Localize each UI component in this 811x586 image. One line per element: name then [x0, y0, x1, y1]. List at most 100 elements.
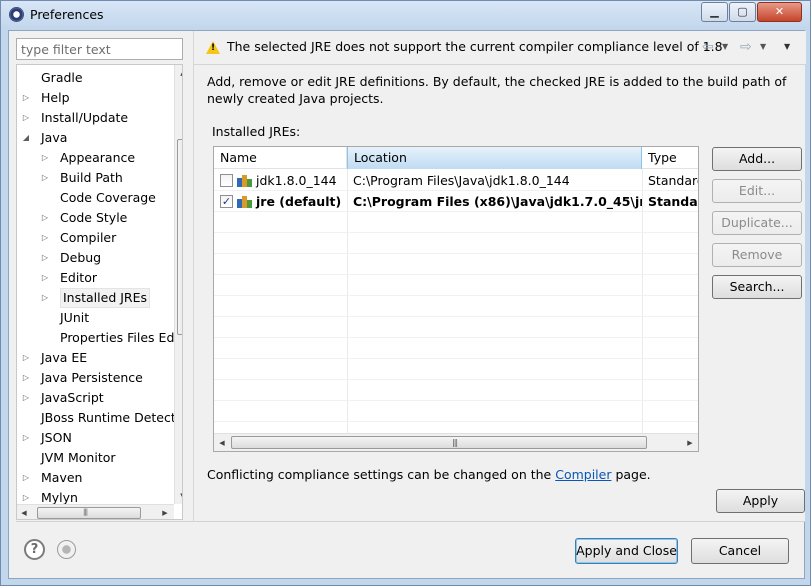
tree-item[interactable]: ▷ Compiler — [17, 228, 174, 248]
scroll-down-arrow-icon[interactable]: ▼ — [175, 488, 182, 504]
filter-input[interactable] — [16, 38, 183, 60]
add-button[interactable]: Add... — [712, 147, 802, 171]
jre-table: Name Location Type jdk1.8.0_144 C:\Progra… — [213, 146, 699, 452]
tree-item-label: Debug — [60, 250, 102, 265]
scroll-left-arrow-icon[interactable]: ◀ — [214, 434, 230, 451]
row-gridline — [214, 379, 698, 380]
conflict-text: Conflicting compliance settings can be c… — [207, 467, 556, 482]
minimize-button[interactable]: ▁ — [701, 2, 728, 22]
page-description: Add, remove or edit JRE definitions. By … — [207, 74, 787, 106]
tree-item[interactable]: Properties Files Ed — [17, 328, 174, 348]
tree-item[interactable]: JVM Monitor — [17, 448, 174, 468]
tree-hscroll-thumb[interactable]: ||| — [37, 507, 141, 519]
jre-location-cell: C:\Program Files\Java\jdk1.8.0_144 — [353, 173, 570, 188]
tree-item-label: JVM Monitor — [41, 450, 116, 465]
tree-item-label: Appearance — [60, 150, 136, 165]
tree-item[interactable]: ▷ Maven — [17, 468, 174, 488]
tree-item[interactable]: ▷ Debug — [17, 248, 174, 268]
record-icon[interactable] — [57, 540, 76, 559]
tree-item-label: Java EE — [41, 350, 88, 365]
close-button[interactable]: ✕ — [757, 2, 802, 22]
help-icon[interactable]: ? — [24, 539, 45, 560]
jre-name-cell: jdk1.8.0_144 — [256, 173, 337, 188]
tree-item-label: Maven — [41, 470, 83, 485]
column-header-location[interactable]: Location — [347, 147, 642, 169]
apply-and-close-button[interactable]: Apply and Close — [575, 538, 678, 564]
collapsed-arrow-icon[interactable]: ▷ — [21, 348, 31, 368]
tree-item-label: Compiler — [60, 230, 117, 245]
expanded-arrow-icon[interactable]: ◢ — [21, 128, 31, 148]
jre-checkbox[interactable] — [220, 174, 233, 187]
tree-item[interactable]: Gradle — [17, 68, 174, 88]
tree-scroll-thumb[interactable] — [177, 139, 182, 335]
duplicate-button[interactable]: Duplicate... — [712, 211, 802, 235]
collapsed-arrow-icon[interactable]: ▷ — [40, 148, 50, 168]
collapsed-arrow-icon[interactable]: ▷ — [21, 428, 31, 448]
jre-type-cell: Standard VM — [648, 173, 698, 188]
collapsed-arrow-icon[interactable]: ▷ — [40, 288, 50, 308]
tree-item[interactable]: JBoss Runtime Detect — [17, 408, 176, 428]
collapsed-arrow-icon[interactable]: ▷ — [40, 268, 50, 288]
collapsed-arrow-icon[interactable]: ▷ — [21, 88, 31, 108]
forward-arrow-icon[interactable]: ⇨ — [740, 39, 752, 55]
maximize-button[interactable]: ▢ — [729, 2, 756, 22]
collapsed-arrow-icon[interactable]: ▷ — [21, 108, 31, 128]
collapsed-arrow-icon[interactable]: ▷ — [21, 368, 31, 388]
search-button[interactable]: Search... — [712, 275, 802, 299]
edit-button[interactable]: Edit... — [712, 179, 802, 203]
tree-item[interactable]: ▷ Code Style — [17, 208, 174, 228]
tree-item[interactable]: ▷ JavaScript — [17, 388, 174, 408]
collapsed-arrow-icon[interactable]: ▷ — [40, 248, 50, 268]
table-row[interactable]: ✓ jre (default) C:\Program Files (x86)\Jav… — [214, 191, 698, 212]
row-gridline — [214, 400, 698, 401]
tree-item[interactable]: ▷ Appearance — [17, 148, 174, 168]
tree-item[interactable]: ▷ Help — [17, 88, 174, 108]
tree-item[interactable]: ▷ Java EE — [17, 348, 174, 368]
collapsed-arrow-icon[interactable]: ▷ — [40, 168, 50, 188]
compiler-link[interactable]: Compiler — [555, 467, 611, 482]
back-dropdown-icon[interactable]: ▼ — [722, 42, 728, 51]
tree-item-label: Installed JREs — [60, 288, 151, 308]
back-arrow-icon[interactable]: ⇦ — [702, 39, 714, 55]
tree-item[interactable]: ▷ Installed JREs — [17, 288, 174, 308]
title-bar[interactable]: Preferences ▁ ▢ ✕ — [1, 1, 810, 29]
collapsed-arrow-icon[interactable]: ▷ — [40, 208, 50, 228]
apply-button[interactable]: Apply — [716, 489, 805, 513]
tree-item-label: JUnit — [60, 310, 90, 325]
tree-item-label: Help — [41, 90, 70, 105]
scroll-left-arrow-icon[interactable]: ◀ — [17, 505, 31, 519]
scroll-right-arrow-icon[interactable]: ▶ — [682, 434, 698, 451]
jre-library-icon — [237, 196, 254, 208]
cancel-button[interactable]: Cancel — [691, 538, 789, 564]
scroll-up-arrow-icon[interactable]: ▲ — [175, 65, 182, 81]
row-gridline — [214, 316, 698, 317]
forward-dropdown-icon[interactable]: ▼ — [760, 42, 766, 51]
table-hscroll-thumb[interactable]: ||| — [231, 436, 647, 449]
collapsed-arrow-icon[interactable]: ▷ — [21, 468, 31, 488]
tree-item[interactable]: ▷ JSON — [17, 428, 174, 448]
installed-jres-label: Installed JREs: — [212, 124, 301, 139]
tree-item-label: JavaScript — [41, 390, 104, 405]
table-horizontal-scrollbar[interactable]: ◀ ||| ▶ — [214, 433, 698, 451]
tree-item[interactable]: ▷ Build Path — [17, 168, 174, 188]
tree-horizontal-scrollbar[interactable]: ◀ ||| ▶ — [17, 504, 174, 519]
tree-item[interactable]: ▷ Editor — [17, 268, 174, 288]
tree-item-label: Java — [41, 130, 68, 145]
tree-item[interactable]: ▷ Java Persistence — [17, 368, 174, 388]
remove-button[interactable]: Remove — [712, 243, 802, 267]
collapsed-arrow-icon[interactable]: ▷ — [21, 388, 31, 408]
tree-item[interactable]: Code Coverage — [17, 188, 174, 208]
view-menu-icon[interactable]: ▼ — [784, 42, 790, 51]
jre-location-cell: C:\Program Files (x86)\Java\jdk1.7.0_45\… — [353, 194, 642, 209]
column-header-type[interactable]: Type — [642, 147, 698, 169]
tree-vertical-scrollbar[interactable]: ▲ ▼ — [174, 65, 182, 504]
tree-item[interactable]: ▷ Install/Update — [17, 108, 174, 128]
tree-item-label: Install/Update — [41, 110, 129, 125]
collapsed-arrow-icon[interactable]: ▷ — [40, 228, 50, 248]
tree-item[interactable]: ◢ Java — [17, 128, 174, 148]
table-row[interactable]: jdk1.8.0_144 C:\Program Files\Java\jdk1.8… — [214, 170, 698, 191]
jre-checkbox[interactable]: ✓ — [220, 195, 233, 208]
column-header-name[interactable]: Name — [214, 147, 347, 169]
scroll-right-arrow-icon[interactable]: ▶ — [158, 505, 172, 519]
tree-item[interactable]: JUnit — [17, 308, 174, 328]
